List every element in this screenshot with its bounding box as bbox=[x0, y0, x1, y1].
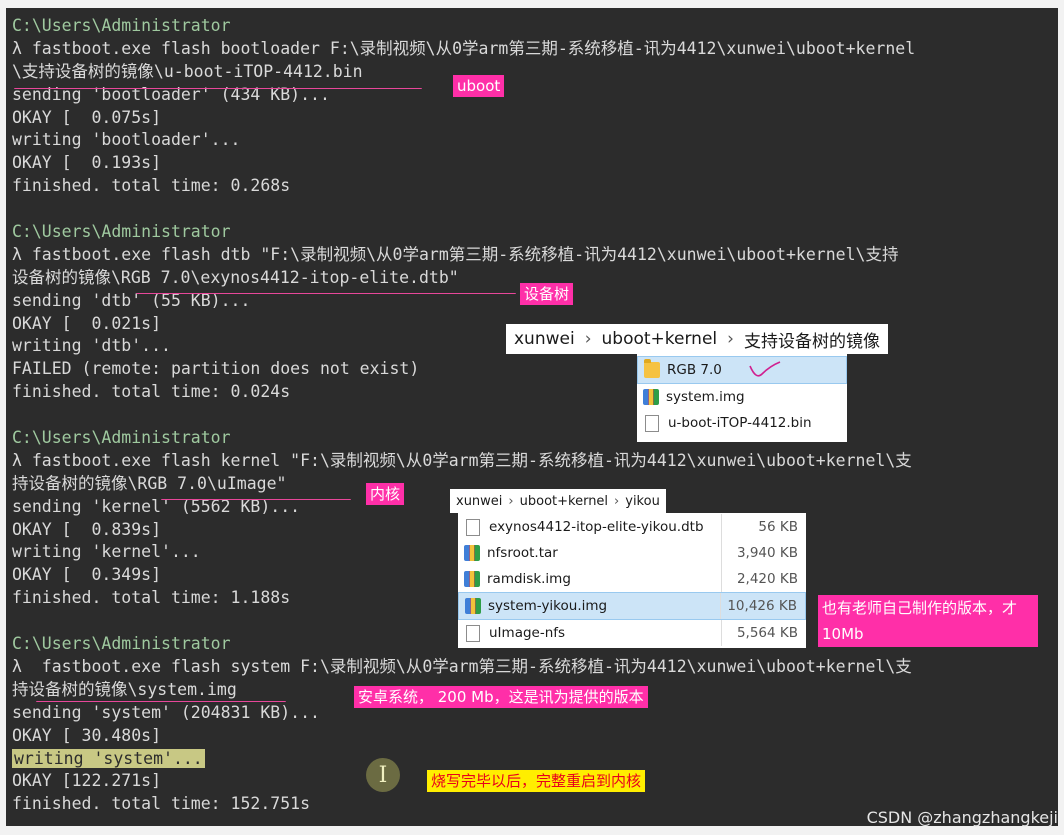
terminal-line: \支持设备树的镜像\u-boot-iTOP-4412.bin bbox=[12, 61, 363, 81]
breadcrumb-item-uboot-kernel[interactable]: uboot+kernel bbox=[520, 494, 608, 509]
terminal-line: OKAY [ 0.075s] bbox=[12, 107, 162, 127]
checkmark-scribble-icon bbox=[749, 361, 781, 377]
annotation-android-system: 安卓系统， 200 Mb，这是讯为提供的版本 bbox=[354, 686, 648, 708]
file-row-uimage-nfs[interactable]: uImage-nfs 5,564 KB bbox=[458, 620, 806, 646]
terminal-line: λ fastboot.exe flash kernel "F:\录制视频\从0学… bbox=[12, 450, 912, 470]
archive-icon bbox=[464, 545, 480, 561]
terminal-prompt-path: C:\Users\Administrator bbox=[12, 16, 231, 35]
chevron-right-icon: › bbox=[727, 329, 734, 349]
terminal-line: finished. total time: 0.268s bbox=[12, 176, 291, 196]
terminal-line: λ fastboot.exe flash dtb "F:\录制视频\从0学arm… bbox=[12, 244, 899, 264]
breadcrumb-1[interactable]: xunwei › uboot+kernel › 支持设备树的镜像 bbox=[506, 324, 888, 354]
file-list-2: exynos4412-itop-elite-yikou.dtb 56 KB nf… bbox=[458, 513, 806, 648]
file-name: ramdisk.img bbox=[487, 571, 571, 587]
file-size: 10,426 KB bbox=[720, 593, 805, 619]
archive-icon bbox=[643, 389, 659, 405]
terminal-line: λ fastboot.exe flash system F:\录制视频\从0学a… bbox=[12, 656, 912, 676]
breadcrumb-item-current[interactable]: 支持设备树的镜像 bbox=[744, 327, 880, 352]
underline-uboot-path bbox=[14, 88, 422, 89]
terminal-prompt-path: C:\Users\Administrator bbox=[12, 222, 231, 242]
file-row-dtb[interactable]: exynos4412-itop-elite-yikou.dtb 56 KB bbox=[458, 514, 806, 540]
archive-icon bbox=[465, 598, 481, 614]
file-row-rgb-folder[interactable]: RGB 7.0 bbox=[637, 356, 847, 384]
watermark: CSDN @zhangzhangkeji bbox=[866, 808, 1058, 827]
underline-kernel-path bbox=[161, 499, 351, 500]
file-size: 2,420 KB bbox=[721, 566, 806, 592]
highlighted-text: writing 'system'... bbox=[12, 748, 205, 768]
file-name: nfsroot.tar bbox=[487, 545, 558, 561]
annotation-dtb: 设备树 bbox=[520, 283, 574, 305]
terminal-line: OKAY [ 0.193s] bbox=[12, 153, 162, 173]
terminal-line: FAILED (remote: partition does not exist… bbox=[12, 359, 420, 379]
terminal-line-highlighted: writing 'system'... bbox=[12, 748, 1058, 771]
annotation-kernel: 内核 bbox=[366, 483, 405, 505]
chevron-right-icon: › bbox=[584, 329, 592, 349]
breadcrumb-2[interactable]: xunwei › uboot+kernel › yikou bbox=[450, 489, 666, 513]
text-cursor-icon: I bbox=[366, 758, 400, 792]
annotation-uboot: uboot bbox=[453, 75, 505, 97]
folder-icon bbox=[644, 359, 660, 378]
terminal-line: λ fastboot.exe flash bootloader F:\录制视频\… bbox=[12, 38, 916, 58]
chevron-right-icon: › bbox=[508, 493, 514, 509]
breadcrumb-item-xunwei[interactable]: xunwei bbox=[514, 329, 575, 349]
file-name: system-yikou.img bbox=[488, 598, 608, 614]
breadcrumb-item-current[interactable]: yikou bbox=[625, 494, 660, 509]
file-row-system-img[interactable]: system.img bbox=[637, 384, 847, 410]
breadcrumb-item-uboot-kernel[interactable]: uboot+kernel bbox=[602, 329, 718, 349]
file-row-ramdisk[interactable]: ramdisk.img 2,420 KB bbox=[458, 566, 806, 592]
breadcrumb-item-xunwei[interactable]: xunwei bbox=[456, 494, 502, 509]
file-size: 5,564 KB bbox=[721, 620, 806, 646]
file-name: exynos4412-itop-elite-yikou.dtb bbox=[489, 519, 704, 535]
underline-system-path bbox=[36, 701, 286, 702]
archive-icon bbox=[464, 571, 480, 587]
file-icon bbox=[466, 624, 480, 642]
file-name: u-boot-iTOP-4412.bin bbox=[668, 415, 812, 431]
file-row-system-yikou[interactable]: system-yikou.img 10,426 KB bbox=[458, 592, 806, 620]
file-name: uImage-nfs bbox=[489, 625, 566, 641]
file-size: 3,940 KB bbox=[721, 540, 806, 566]
file-icon bbox=[466, 518, 480, 536]
file-icon bbox=[645, 414, 659, 432]
terminal-line: OKAY [ 30.480s] bbox=[12, 725, 162, 745]
chevron-right-icon: › bbox=[614, 493, 620, 509]
file-name: system.img bbox=[666, 389, 745, 405]
file-row-nfsroot[interactable]: nfsroot.tar 3,940 KB bbox=[458, 540, 806, 566]
annotation-restart: 烧写完毕以后，完整重启到内核 bbox=[427, 770, 646, 792]
terminal-line: finished. total time: 0.024s bbox=[12, 382, 291, 402]
terminal-line: writing 'bootloader'... bbox=[12, 130, 241, 150]
file-name: RGB 7.0 bbox=[667, 362, 722, 378]
annotation-own-version: 也有老师自己制作的版本，才 10Mb bbox=[818, 595, 1038, 647]
file-size: 56 KB bbox=[721, 514, 806, 540]
file-row-uboot-bin[interactable]: u-boot-iTOP-4412.bin bbox=[637, 410, 847, 436]
file-list-1: RGB 7.0 system.img u-boot-iTOP-4412.bin bbox=[637, 354, 847, 442]
underline-dtb-path bbox=[136, 293, 516, 294]
terminal-prompt-path: C:\Users\Administrator bbox=[12, 428, 231, 448]
